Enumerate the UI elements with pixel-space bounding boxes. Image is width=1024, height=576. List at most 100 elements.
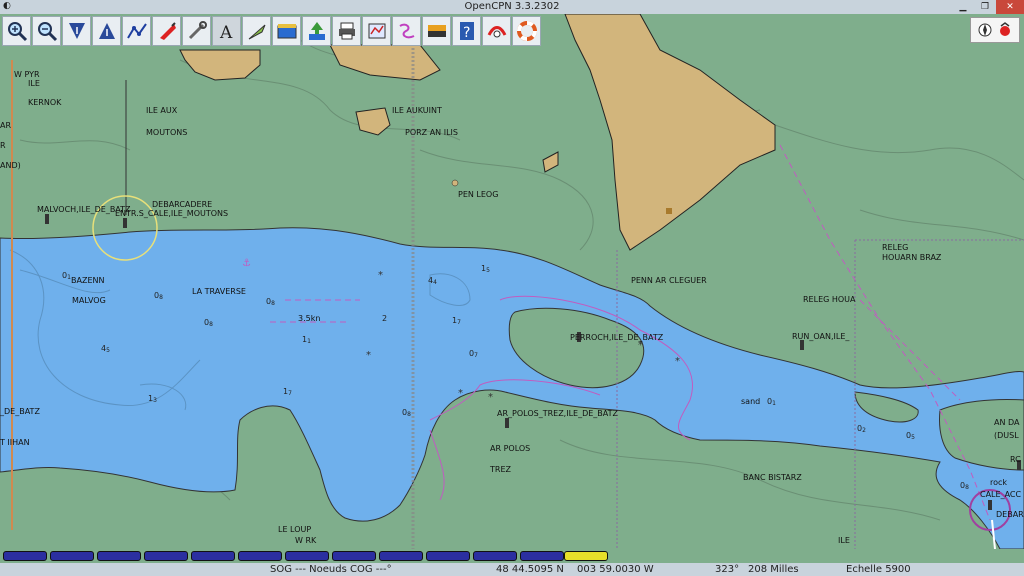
minimize-icon[interactable]: ▁ (952, 0, 974, 14)
title-bar: ◐ OpenCPN 3.3.2302 ▁ ❐ ✕ (0, 0, 1024, 14)
label-rock: rock (990, 478, 1008, 487)
chart-key[interactable] (97, 551, 141, 561)
color-scheme-button[interactable] (422, 16, 451, 46)
label-w-rk: W RK (295, 536, 317, 545)
label-dusl: (DUSL (994, 431, 1019, 440)
tide-icon (277, 24, 296, 39)
label-sand: sand (741, 397, 761, 406)
label-banc-bistarz: BANC BISTARZ (743, 473, 802, 482)
gps-status-icon (1000, 22, 1010, 36)
label-malvog: MALVOG (72, 296, 106, 305)
lifebuoy-button[interactable] (512, 16, 541, 46)
chart-piano-bar (0, 549, 1024, 563)
chart-key[interactable] (191, 551, 235, 561)
label-ar-polos-trez: AR_POLOS_TREZ,ILE_DE_BATZ (497, 409, 619, 418)
sounding: 15 (481, 264, 490, 274)
tide-button[interactable] (272, 16, 301, 46)
label-ile-aux: ILE AUX (146, 106, 178, 115)
zoom-out-button[interactable] (32, 16, 61, 46)
chart-key[interactable] (285, 551, 329, 561)
sounding: 17 (283, 387, 292, 397)
sounding: 01 (62, 271, 71, 281)
chart-key[interactable] (238, 551, 282, 561)
mob-button[interactable] (482, 16, 511, 46)
route-manager-icon (368, 23, 385, 39)
settings-button[interactable] (182, 16, 211, 46)
label-an-da: AN DA (994, 418, 1020, 427)
chart-key[interactable] (332, 551, 376, 561)
latitude-readout: 48 44.5095 N (496, 564, 564, 575)
track-icon (398, 23, 414, 39)
print-button[interactable] (332, 16, 361, 46)
sounding: 08 (960, 481, 969, 491)
label-penn-ar-cleguer: PENN AR CLEGUER (631, 276, 707, 285)
distance-readout: 208 Milles (748, 564, 799, 575)
label-ar-left: AR (0, 121, 12, 130)
current-button[interactable] (242, 16, 271, 46)
chart-key[interactable] (379, 551, 423, 561)
window-controls: ▁ ❐ ✕ (952, 0, 1024, 14)
svg-text:*: * (675, 356, 680, 367)
restore-icon[interactable]: ❐ (974, 0, 996, 14)
longitude-readout: 003 59.0030 W (577, 564, 654, 575)
label-le-loup: LE LOUP (278, 525, 312, 534)
sounding: 2 (382, 314, 388, 323)
text-icon: A (219, 23, 233, 42)
sounding: 11 (302, 335, 311, 345)
label-releg-houa: RELEG HOUA (803, 295, 856, 304)
chart-key[interactable] (520, 551, 564, 561)
current-speed-label: 3.5kn (298, 314, 321, 323)
label-porz-an-ilis: PORZ AN ILIS (405, 128, 458, 137)
label-entr-cale: ENTR.S_CALE,ILE_MOUTONS (115, 209, 229, 218)
sounding: 08 (402, 408, 411, 418)
sounding: 08 (266, 297, 275, 307)
label-ile-aukuint: ILE AUKUINT (392, 106, 442, 115)
chart-key[interactable] (50, 551, 94, 561)
auto-follow-button[interactable] (152, 16, 181, 46)
scale-in-button[interactable] (62, 16, 91, 46)
label-cale-acc: CALE_ACC (980, 490, 1022, 499)
label-moutons: MOUTONS (146, 128, 188, 137)
svg-text:*: * (366, 350, 371, 361)
tools-icon (188, 21, 207, 40)
svg-text:A: A (219, 23, 233, 42)
nautical-chart[interactable]: * * * * * * ⚓ (0, 14, 1024, 549)
compass-gps-widget[interactable] (970, 17, 1020, 43)
zoom-in-button[interactable] (2, 16, 31, 46)
label-pen-leog: PEN LEOG (458, 190, 499, 199)
svg-text:⚓: ⚓ (242, 258, 251, 269)
label-w-pyr: W PYR (14, 70, 40, 79)
route-manager-button[interactable] (362, 16, 391, 46)
chart-key[interactable] (3, 551, 47, 561)
create-route-button[interactable] (122, 16, 151, 46)
ship-icon (159, 22, 176, 40)
tide-up-icon (308, 22, 325, 40)
chart-key[interactable] (473, 551, 517, 561)
chart-key[interactable] (426, 551, 470, 561)
svg-text:*: * (378, 270, 383, 281)
scale-in-icon (68, 23, 85, 39)
label-la-traverse: LA TRAVERSE (192, 287, 246, 296)
chart-key[interactable] (144, 551, 188, 561)
chart-key-active[interactable] (564, 551, 608, 561)
sounding: 08 (204, 318, 213, 328)
sounding: 08 (154, 291, 163, 301)
sounding: 02 (857, 424, 866, 434)
lifebuoy-icon (516, 21, 537, 41)
text-button[interactable]: A (212, 16, 241, 46)
label-r-left: R (0, 141, 6, 150)
label-ile: ILE (28, 79, 40, 88)
scale-out-button[interactable] (92, 16, 121, 46)
label-debarcadere: DEBARCADERE (152, 200, 213, 209)
track-button[interactable] (392, 16, 421, 46)
svg-text:*: * (488, 392, 493, 403)
label-rc: RC (1010, 455, 1021, 464)
main-toolbar: A ? (2, 16, 541, 48)
close-icon[interactable]: ✕ (996, 0, 1024, 14)
tide-up-button[interactable] (302, 16, 331, 46)
label-trez: TREZ (490, 465, 511, 474)
help-button[interactable]: ? (452, 16, 481, 46)
scale-readout: Echelle 5900 (846, 564, 911, 575)
svg-text:?: ? (463, 25, 470, 41)
label-bazenn: BAZENN (71, 276, 105, 285)
